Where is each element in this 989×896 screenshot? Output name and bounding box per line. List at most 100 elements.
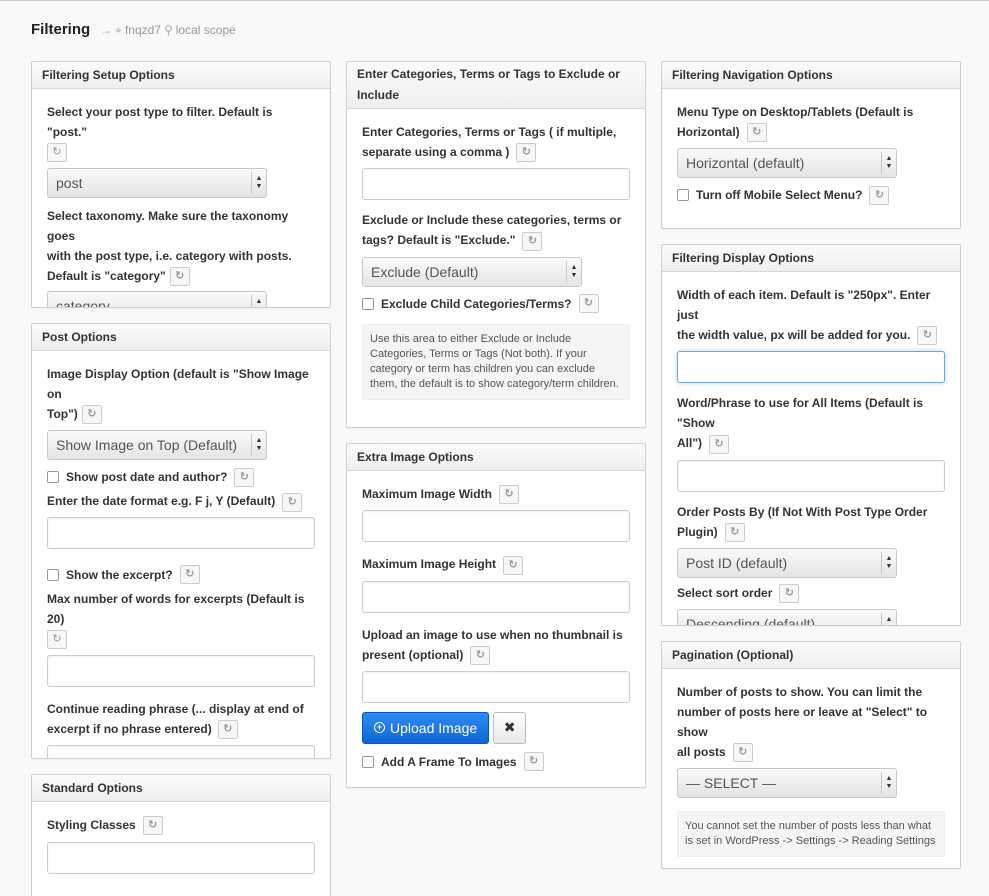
- enter-terms-label-2: separate using a comma ) ↻: [362, 142, 630, 163]
- image-display-label-1: Image Display Option (default is "Show I…: [47, 367, 309, 401]
- select-value: post: [56, 175, 83, 191]
- refresh-icon[interactable]: ↻: [724, 522, 745, 542]
- frame-checkbox[interactable]: [362, 755, 374, 768]
- all-items-phrase-input[interactable]: [677, 459, 945, 492]
- continue-label-1: Continue reading phrase (... display at …: [47, 701, 304, 716]
- max-height-input[interactable]: [362, 580, 630, 613]
- refresh-icon[interactable]: ↻: [516, 143, 537, 163]
- refresh-icon[interactable]: ↻: [169, 267, 190, 287]
- panel-title: Standard Options: [32, 775, 330, 802]
- sort-order-select[interactable]: Descending (default) ▲▼: [677, 609, 897, 625]
- exclude-child-checkbox[interactable]: [362, 297, 374, 310]
- panel-title: Filtering Navigation Options: [662, 62, 960, 89]
- select-arrows-icon: ▲▼: [881, 152, 896, 175]
- show-excerpt-row[interactable]: Show the excerpt? ↻: [47, 563, 315, 587]
- checkbox-label: Show the excerpt?: [66, 567, 173, 582]
- pagination-note: You cannot set the number of posts less …: [677, 811, 945, 858]
- refresh-icon[interactable]: ↻: [746, 123, 767, 143]
- refresh-icon[interactable]: ↻: [709, 434, 730, 454]
- date-format-input[interactable]: [47, 516, 315, 549]
- refresh-icon[interactable]: ↻: [522, 231, 543, 251]
- refresh-icon[interactable]: ↻: [470, 645, 491, 665]
- refresh-icon[interactable]: ↻: [47, 629, 67, 649]
- mobile-menu-row[interactable]: Turn off Mobile Select Menu? ↻: [677, 183, 945, 207]
- select-value: — SELECT —: [686, 775, 776, 792]
- upload-label-2: present (optional) ↻: [362, 645, 630, 665]
- exclude-label-2: tags? Default is "Exclude." ↻: [362, 230, 630, 251]
- select-arrows-icon: ▲▼: [251, 172, 266, 194]
- show-date-row[interactable]: Show post date and author? ↻: [47, 465, 315, 489]
- continue-phrase-input[interactable]: [47, 744, 315, 758]
- scope-label: local scope: [175, 23, 236, 37]
- refresh-icon[interactable]: ↻: [503, 555, 524, 575]
- show-date-checkbox[interactable]: [47, 471, 59, 484]
- item-width-input[interactable]: [677, 351, 945, 384]
- exclude-include-select[interactable]: Exclude (Default) ▲ ▼: [362, 256, 582, 287]
- upload-image-button[interactable]: + Upload Image: [362, 711, 490, 744]
- frame-row[interactable]: Add A Frame To Images ↻: [362, 750, 630, 774]
- select-value: category: [56, 298, 110, 308]
- refresh-icon[interactable]: ↻: [217, 719, 238, 739]
- taxonomy-label-3: Default is "category" ↻: [47, 266, 315, 287]
- pagination-panel: Pagination (Optional) Number of posts to…: [661, 641, 961, 869]
- image-display-label-2: Top") ↻: [47, 404, 315, 425]
- panel-title: Extra Image Options: [347, 444, 645, 471]
- refresh-icon[interactable]: ↻: [732, 743, 753, 763]
- refresh-icon[interactable]: ↻: [869, 185, 890, 205]
- upload-url-input[interactable]: [362, 670, 630, 703]
- pin-icon: ⚲: [163, 23, 173, 37]
- order-label-2: Plugin) ↻: [677, 522, 945, 542]
- select-value: Horizontal (default): [686, 155, 805, 172]
- order-by-select[interactable]: Post ID (default) ▲ ▼: [677, 547, 897, 578]
- page-header: Filtering → ⌖ fnqzd7 ⚲ local scope: [31, 21, 236, 45]
- panel-title: Filtering Setup Options: [32, 62, 330, 89]
- refresh-icon[interactable]: ↻: [81, 405, 102, 425]
- close-icon: ✖: [503, 719, 516, 736]
- max-words-input[interactable]: [47, 654, 315, 687]
- styling-label: Styling Classes ↻: [47, 815, 315, 836]
- refresh-icon[interactable]: ↻: [523, 752, 544, 772]
- exclude-child-row[interactable]: Exclude Child Categories/Terms? ↻: [362, 292, 630, 316]
- refresh-icon[interactable]: ↻: [234, 467, 255, 487]
- panel-title: Filtering Display Options: [662, 245, 960, 272]
- refresh-icon[interactable]: ↻: [282, 492, 303, 512]
- checkbox-label: Add A Frame To Images: [381, 754, 517, 769]
- phrase-label-1: Word/Phrase to use for All Items (Defaul…: [677, 396, 924, 431]
- refresh-icon[interactable]: ↻: [142, 816, 163, 836]
- sort-order-label: Select sort order ↻: [677, 583, 945, 604]
- taxonomy-label-2: with the post type, i.e. category with p…: [47, 249, 292, 263]
- order-label-1: Order Posts By (If Not With Post Type Or…: [677, 504, 928, 519]
- post-type-label: Select your post type to filter. Default…: [47, 105, 273, 139]
- filtering-setup-panel: Filtering Setup Options Select your post…: [31, 61, 331, 308]
- phrase-label-2: All") ↻: [677, 433, 945, 454]
- styling-classes-input[interactable]: [47, 842, 315, 875]
- panel-title: Post Options: [32, 324, 330, 351]
- refresh-icon[interactable]: ↻: [779, 584, 800, 604]
- max-width-label: Maximum Image Width ↻: [362, 484, 630, 505]
- button-label: Upload Image: [390, 719, 478, 736]
- nav-options-panel: Filtering Navigation Options Menu Type o…: [661, 61, 961, 229]
- page-title: Filtering: [31, 21, 91, 38]
- date-format-label: Enter the date format e.g. F j, Y (Defau…: [47, 491, 315, 512]
- terms-input[interactable]: [362, 168, 630, 201]
- terms-panel: Enter Categories, Terms or Tags to Exclu…: [346, 61, 646, 428]
- post-type-select[interactable]: post ▲ ▼: [47, 168, 267, 198]
- refresh-icon[interactable]: ↻: [47, 143, 67, 162]
- taxonomy-select[interactable]: category ▲▼: [47, 291, 267, 308]
- refresh-icon[interactable]: ↻: [917, 326, 938, 346]
- show-excerpt-checkbox[interactable]: [47, 568, 59, 581]
- select-arrows-icon: ▲▼: [881, 551, 896, 574]
- plus-circle-icon: +: [374, 722, 385, 734]
- width-label-2: the width value, px will be added for yo…: [677, 325, 945, 346]
- image-display-select[interactable]: Show Image on Top (Default) ▲ ▼: [47, 430, 267, 461]
- max-width-input[interactable]: [362, 510, 630, 543]
- num-posts-select[interactable]: — SELECT — ▲ ▼: [677, 768, 897, 799]
- mobile-menu-checkbox[interactable]: [677, 189, 689, 202]
- refresh-icon[interactable]: ↻: [498, 485, 519, 505]
- refresh-icon[interactable]: ↻: [578, 294, 599, 314]
- remove-image-button[interactable]: ✖: [493, 711, 527, 744]
- num-posts-label-1: Number of posts to show. You can limit t…: [677, 685, 923, 699]
- select-value: Post ID (default): [686, 554, 788, 571]
- menu-type-select[interactable]: Horizontal (default) ▲ ▼: [677, 148, 897, 179]
- refresh-icon[interactable]: ↻: [179, 565, 200, 585]
